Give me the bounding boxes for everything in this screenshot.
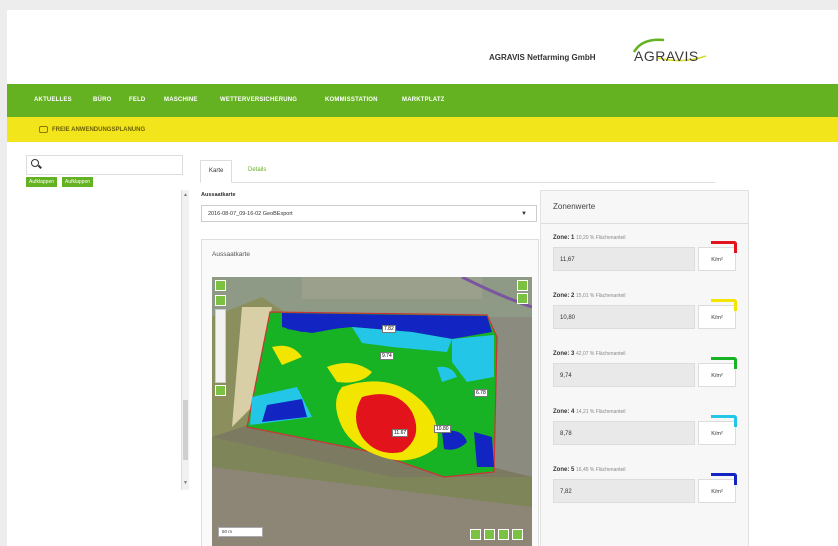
zoom-out-icon[interactable] <box>215 385 226 396</box>
zone-value-label: 9.74 <box>380 352 394 360</box>
map-panel: Aussaatkarte 6.78 7.82 9.74 11.67 10.80 … <box>201 239 539 546</box>
zone-share: 42,07 <box>576 351 589 357</box>
seeding-map[interactable]: 6.78 7.82 9.74 11.67 10.80 50 m <box>212 277 532 546</box>
zone-share: 16,45 <box>576 467 589 473</box>
nav-item-buero[interactable]: BÜRO <box>93 97 111 103</box>
logo-text: AGRAVIS <box>634 48 699 64</box>
selector-label: Aussaatkarte <box>201 192 236 198</box>
map-title: Aussaatkarte <box>212 251 250 258</box>
scroll-down-icon[interactable]: ▼ <box>183 480 188 486</box>
zone-color-swatch <box>711 357 737 369</box>
sidebar: Aufklappen Aufklappen <box>26 155 183 495</box>
zone-color-swatch <box>711 415 737 427</box>
zone-value-input[interactable]: 11,67 <box>553 247 695 271</box>
zone-name: Zone: 5 <box>553 467 575 473</box>
divider <box>541 223 748 224</box>
zone-label: Zone: 3 42,07 % Flächenanteil <box>553 351 626 357</box>
zone-row-5: Zone: 5 16,45 % Flächenanteil 7,82 K/m² <box>553 467 739 517</box>
company-name: AGRAVIS Netfarming GmbH <box>489 53 596 62</box>
zone-share-suffix: % Flächenanteil <box>589 351 626 357</box>
zone-value-label: 10.80 <box>434 425 451 433</box>
ruler-icon[interactable] <box>498 529 509 540</box>
sidebar-scrollbar[interactable]: ▲ ▼ <box>181 190 189 490</box>
zone-panel-title: Zonenwerte <box>553 202 596 211</box>
nav-item-feld[interactable]: FELD <box>129 97 145 103</box>
zoom-in-icon[interactable] <box>215 295 226 306</box>
zone-values-panel: Zonenwerte Zone: 1 10,20 % Flächenanteil… <box>540 190 749 546</box>
zone-share: 14,21 <box>576 409 589 415</box>
settings-icon[interactable] <box>512 529 523 540</box>
nav-item-marktplatz[interactable]: MARKTPLATZ <box>402 97 445 103</box>
tab-details[interactable]: Details <box>240 160 274 181</box>
zone-value-input[interactable]: 8,78 <box>553 421 695 445</box>
zone-name: Zone: 4 <box>553 409 575 415</box>
zone-row-1: Zone: 1 10,20 % Flächenanteil 11,67 K/m² <box>553 235 739 285</box>
zone-value-label: 6.78 <box>474 389 488 397</box>
zone-label: Zone: 5 16,45 % Flächenanteil <box>553 467 626 473</box>
nav-item-maschine[interactable]: MASCHINE <box>164 97 198 103</box>
zone-share-suffix: % Flächenanteil <box>589 293 626 299</box>
aussaatkarte-select[interactable]: 2016-08-07_09-16-02 GeoBExport ▼ <box>201 205 537 222</box>
header: AGRAVIS Netfarming GmbH AGRAVIS <box>7 10 838 84</box>
expand-button[interactable]: Aufklappen <box>26 177 58 187</box>
zone-share-suffix: % Flächenanteil <box>589 409 626 415</box>
agravis-logo[interactable]: AGRAVIS <box>628 34 710 68</box>
sub-navigation: FREIE ANWENDUNGSPLANUNG <box>7 117 838 142</box>
zone-value-label: 7.82 <box>382 325 396 333</box>
layers-icon[interactable] <box>517 280 528 291</box>
subnav-label: FREIE ANWENDUNGSPLANUNG <box>52 127 146 134</box>
map-canvas <box>212 277 532 546</box>
nav-item-wetterversicherung[interactable]: WETTERVERSICHERUNG <box>220 97 297 103</box>
pin-icon[interactable] <box>470 529 481 540</box>
search-input[interactable] <box>26 155 183 175</box>
zone-share-suffix: % Flächenanteil <box>589 235 626 241</box>
zone-share: 15,01 <box>576 293 589 299</box>
map-type-icon[interactable] <box>517 293 528 304</box>
zone-color-swatch <box>711 473 737 485</box>
select-value: 2016-08-07_09-16-02 GeoBExport <box>208 211 293 217</box>
zone-name: Zone: 3 <box>553 351 575 357</box>
nav-item-kommisstation[interactable]: KOMMISSTATION <box>325 97 378 103</box>
zone-color-swatch <box>711 299 737 311</box>
zone-label: Zone: 4 14,21 % Flächenanteil <box>553 409 626 415</box>
zoom-slider[interactable] <box>215 309 226 383</box>
zone-name: Zone: 2 <box>553 293 575 299</box>
tab-bar: Karte Details <box>200 160 715 183</box>
zone-label: Zone: 2 15,01 % Flächenanteil <box>553 293 626 299</box>
page: AGRAVIS Netfarming GmbH AGRAVIS AKTUELLE… <box>7 10 838 546</box>
zone-label: Zone: 1 10,20 % Flächenanteil <box>553 235 626 241</box>
zone-row-2: Zone: 2 15,01 % Flächenanteil 10,80 K/m² <box>553 293 739 343</box>
locate-icon[interactable] <box>215 280 226 291</box>
main-navigation: AKTUELLES BÜRO FELD MASCHINE WETTERVERSI… <box>7 84 838 117</box>
caret-down-icon: ▼ <box>521 211 527 217</box>
zone-row-4: Zone: 4 14,21 % Flächenanteil 8,78 K/m² <box>553 409 739 459</box>
nav-item-aktuelles[interactable]: AKTUELLES <box>34 97 72 103</box>
zone-share: 10,20 <box>576 235 589 241</box>
tab-karte[interactable]: Karte <box>200 160 233 183</box>
scroll-thumb[interactable] <box>183 400 188 460</box>
edit-icon <box>39 126 48 133</box>
zone-share-suffix: % Flächenanteil <box>589 467 626 473</box>
zone-color-swatch <box>711 241 737 253</box>
draw-icon[interactable] <box>484 529 495 540</box>
zone-row-3: Zone: 3 42,07 % Flächenanteil 9,74 K/m² <box>553 351 739 401</box>
zone-value-input[interactable]: 7,82 <box>553 479 695 503</box>
subnav-item-anwendungsplanung[interactable]: FREIE ANWENDUNGSPLANUNG <box>39 126 145 133</box>
scroll-up-icon[interactable]: ▲ <box>183 192 188 198</box>
zone-name: Zone: 1 <box>553 235 575 241</box>
map-scale: 50 m <box>218 527 263 537</box>
search-icon <box>31 159 39 167</box>
collapse-button[interactable]: Aufklappen <box>62 177 94 187</box>
zone-value-input[interactable]: 10,80 <box>553 305 695 329</box>
zone-value-input[interactable]: 9,74 <box>553 363 695 387</box>
zone-value-label: 11.67 <box>392 429 409 437</box>
